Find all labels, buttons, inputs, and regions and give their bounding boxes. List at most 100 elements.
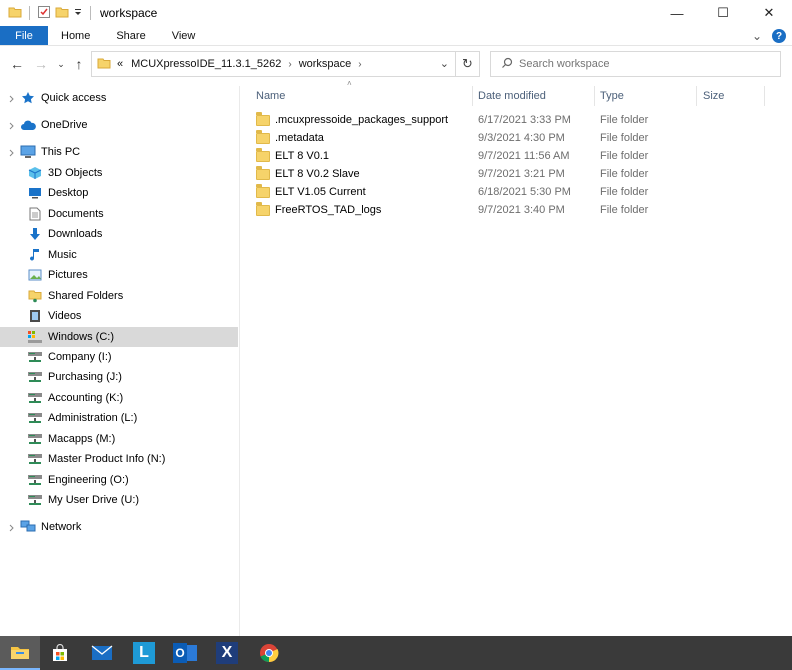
file-row[interactable]: ELT 8 V0.2 Slave 9/7/2021 3:21 PM File fol… bbox=[241, 165, 792, 183]
nav-item-desktop[interactable]: Desktop bbox=[0, 183, 238, 203]
search-input[interactable] bbox=[519, 58, 769, 70]
picture-icon bbox=[27, 267, 43, 283]
nav-item-onedrive[interactable]: OneDrive bbox=[0, 115, 238, 135]
file-row[interactable]: .metadata 9/3/2021 4:30 PM File folder bbox=[241, 129, 792, 147]
column-header-date-modified[interactable]: Date modified bbox=[478, 86, 546, 106]
file-name-cell[interactable]: .metadata bbox=[256, 129, 324, 147]
file-explorer-icon[interactable] bbox=[0, 636, 40, 670]
file-name: ELT 8 V0.1 bbox=[275, 150, 330, 162]
music-icon bbox=[27, 247, 43, 263]
customize-toolbar-icon[interactable] bbox=[73, 7, 83, 20]
date-modified-cell: 6/17/2021 3:33 PM bbox=[478, 114, 571, 126]
nav-item-this-pc[interactable]: This PC bbox=[0, 142, 238, 162]
address-dropdown-icon[interactable]: ⌄ bbox=[440, 57, 449, 70]
nav-item-pictures[interactable]: Pictures bbox=[0, 265, 238, 285]
nav-item-documents[interactable]: Documents bbox=[0, 204, 238, 224]
breadcrumb-mcuxpressoide[interactable]: MCUXpressoIDE_11.3.1_5262 bbox=[131, 58, 281, 70]
expand-chevron-icon[interactable] bbox=[8, 523, 16, 535]
desktop-icon bbox=[27, 185, 43, 201]
download-icon bbox=[27, 226, 43, 242]
file-name-cell[interactable]: ELT 8 V0.1 bbox=[256, 147, 329, 165]
expand-chevron-icon[interactable] bbox=[8, 121, 16, 133]
folder-icon bbox=[256, 111, 270, 126]
tab-view[interactable]: View bbox=[159, 26, 209, 45]
star-icon bbox=[20, 90, 36, 106]
file-name-cell[interactable]: ELT V1.05 Current bbox=[256, 183, 366, 201]
file-name-cell[interactable]: FreeRTOS_TAD_logs bbox=[256, 201, 381, 219]
address-row: ← → ⌄ ↑ « MCUXpressoIDE_11.3.1_5262 › wo… bbox=[0, 47, 792, 81]
nav-item-downloads[interactable]: Downloads bbox=[0, 224, 238, 244]
nav-item-music[interactable]: Music bbox=[0, 245, 238, 265]
nav-item-accounting-k[interactable]: Accounting (K:) bbox=[0, 388, 238, 408]
nav-item-label: This PC bbox=[41, 146, 81, 158]
nav-item-shared-folders[interactable]: Shared Folders bbox=[0, 286, 238, 306]
expand-chevron-icon[interactable] bbox=[8, 148, 16, 160]
folder-icon[interactable] bbox=[8, 6, 22, 21]
column-header-size[interactable]: Size bbox=[703, 86, 724, 106]
up-button[interactable]: ↑ bbox=[68, 53, 90, 75]
expand-chevron-icon[interactable] bbox=[8, 94, 16, 106]
column-divider[interactable] bbox=[472, 86, 473, 106]
minimize-button[interactable]: — bbox=[654, 0, 700, 26]
file-row[interactable]: ELT V1.05 Current 6/18/2021 5:30 PM File f… bbox=[241, 183, 792, 201]
expand-ribbon-icon[interactable]: ⌄ bbox=[752, 29, 762, 43]
nav-item-3d-objects[interactable]: 3D Objects bbox=[0, 163, 238, 183]
column-divider[interactable] bbox=[764, 86, 765, 106]
column-header-type[interactable]: Type bbox=[600, 86, 624, 106]
breadcrumb-separator[interactable]: › bbox=[358, 59, 361, 70]
file-name-cell[interactable]: ELT 8 V0.2 Slave bbox=[256, 165, 360, 183]
refresh-button[interactable]: ↻ bbox=[456, 51, 480, 77]
maximize-button[interactable]: ☐ bbox=[700, 0, 746, 26]
document-icon bbox=[27, 206, 43, 222]
nav-item-administration-l[interactable]: Administration (L:) bbox=[0, 408, 238, 428]
nav-item-label: Desktop bbox=[48, 187, 89, 199]
search-icon bbox=[501, 57, 513, 72]
nav-item-purchasing-j[interactable]: Purchasing (J:) bbox=[0, 367, 238, 387]
file-name-cell[interactable]: .mcuxpressoide_packages_support bbox=[256, 111, 448, 129]
type-cell: File folder bbox=[600, 168, 649, 180]
breadcrumb-workspace[interactable]: workspace bbox=[299, 58, 352, 70]
nav-item-label: Windows (C:) bbox=[48, 331, 115, 343]
forward-button[interactable]: → bbox=[30, 53, 52, 75]
nav-item-label: My User Drive (U:) bbox=[48, 494, 140, 506]
nav-item-network[interactable]: Network bbox=[0, 517, 238, 537]
video-icon bbox=[27, 308, 43, 324]
search-box[interactable] bbox=[490, 51, 781, 77]
breadcrumb-separator[interactable]: › bbox=[288, 59, 291, 70]
properties-icon[interactable] bbox=[37, 5, 51, 22]
close-button[interactable]: ✕ bbox=[746, 0, 792, 26]
chrome-icon[interactable] bbox=[249, 636, 289, 670]
nav-item-quick-access[interactable]: Quick access bbox=[0, 88, 238, 108]
breadcrumb-overflow[interactable]: « bbox=[117, 58, 123, 70]
l-app-icon[interactable]: L bbox=[124, 636, 164, 670]
help-icon[interactable]: ? bbox=[772, 29, 786, 43]
column-divider[interactable] bbox=[594, 86, 595, 106]
file-row[interactable]: .mcuxpressoide_packages_support 6/17/2021… bbox=[241, 111, 792, 129]
outlook-icon[interactable]: O bbox=[165, 636, 205, 670]
nav-item-label: 3D Objects bbox=[48, 167, 103, 179]
network-drive-icon bbox=[27, 410, 43, 426]
column-header-name[interactable]: Name bbox=[256, 86, 285, 106]
new-folder-icon[interactable] bbox=[55, 6, 69, 21]
nav-item-videos[interactable]: Videos bbox=[0, 306, 238, 326]
tab-file[interactable]: File bbox=[0, 26, 48, 45]
address-bar[interactable]: « MCUXpressoIDE_11.3.1_5262 › workspace … bbox=[91, 51, 456, 77]
nav-item-windows-c[interactable]: Windows (C:) bbox=[0, 327, 238, 347]
file-row[interactable]: FreeRTOS_TAD_logs 9/7/2021 3:40 PM File fo… bbox=[241, 201, 792, 219]
file-row[interactable]: ELT 8 V0.1 9/7/2021 11:56 AM File folder bbox=[241, 147, 792, 165]
nav-item-engineering-o[interactable]: Engineering (O:) bbox=[0, 470, 238, 490]
toolbar-divider bbox=[90, 6, 91, 20]
back-button[interactable]: ← bbox=[6, 53, 28, 75]
nav-item-my-user-drive-u[interactable]: My User Drive (U:) bbox=[0, 490, 238, 510]
mail-icon[interactable] bbox=[82, 636, 122, 670]
tab-home[interactable]: Home bbox=[48, 26, 103, 45]
network-drive-icon bbox=[27, 349, 43, 365]
column-divider[interactable] bbox=[696, 86, 697, 106]
nav-item-company-i[interactable]: Company (I:) bbox=[0, 347, 238, 367]
x-app-icon[interactable]: X bbox=[207, 636, 247, 670]
folder-icon bbox=[256, 165, 270, 180]
tab-share[interactable]: Share bbox=[103, 26, 158, 45]
nav-item-macapps-m[interactable]: Macapps (M:) bbox=[0, 429, 238, 449]
store-icon[interactable] bbox=[40, 636, 80, 670]
nav-item-master-product-info-n[interactable]: Master Product Info (N:) bbox=[0, 449, 238, 469]
